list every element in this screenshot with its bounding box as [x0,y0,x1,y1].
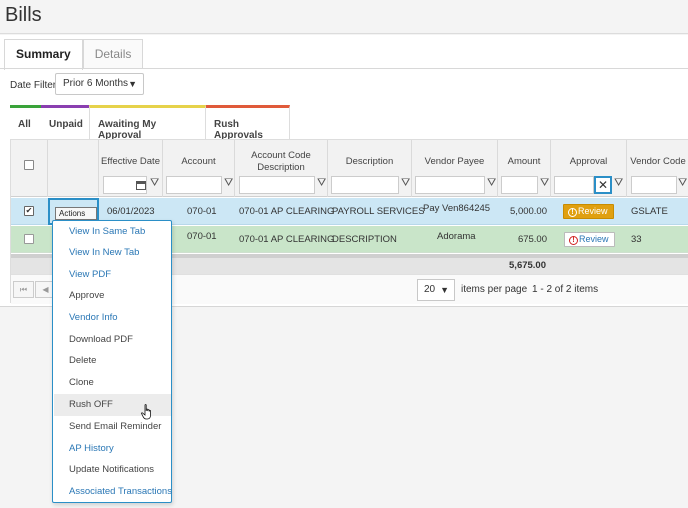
vendor-code-cell: 33 [631,234,642,245]
date-filter-value: Prior 6 Months [63,78,129,89]
menu-item-delete[interactable]: Delete [54,350,171,372]
date-filter-select[interactable]: Prior 6 Months ▼ [55,73,144,95]
top-tabs: Summary Details [4,39,144,70]
column-title: Vendor Code [630,156,686,167]
menu-item-view-new-tab[interactable]: View In New Tab [54,242,171,264]
filter-icon[interactable]: ⛛ [150,177,159,190]
hand-cursor-icon [141,404,151,420]
column-title: Amount [507,156,541,167]
row-checkbox[interactable]: ✔ [24,206,34,216]
column-title: Vendor Payee [424,156,485,167]
menu-item-associated-transactions[interactable]: Associated Transactions [54,481,172,503]
filter-icon[interactable]: ⛛ [401,177,410,190]
account-code-description-cell: 070-01 AP CLEARING [239,234,335,245]
tab-rush-approvals[interactable]: Rush Approvals [206,105,290,141]
grid-header: Effective Date ⛛ Account ⛛ Account Code … [11,140,688,197]
account-code-description-cell: 070-01 AP CLEARING [239,206,335,217]
column-account[interactable]: Account ⛛ [163,140,235,197]
date-filter-label: Date Filter [10,80,57,91]
vendor-payee-cell: Pay Ven864245 [423,203,491,214]
actions-column-header [48,140,99,197]
description-cell: DESCRIPTION [332,234,397,245]
warning-icon: ! [569,236,578,245]
page-header: Bills [0,0,688,34]
tab-awaiting-my-approval[interactable]: Awaiting My Approval [89,105,206,141]
first-page-icon[interactable]: ⏮ [13,281,34,298]
menu-item-send-email-reminder[interactable]: Send Email Reminder [54,416,171,438]
select-all-checkbox[interactable] [24,160,34,170]
filter-icon[interactable]: ⛛ [487,177,496,190]
row-checkbox[interactable] [24,234,34,244]
menu-item-ap-history[interactable]: AP History [54,438,171,460]
tab-unpaid[interactable]: Unpaid [41,105,89,139]
vendor-payee-filter-input[interactable] [415,176,485,194]
status-tabs: All Unpaid Awaiting My Approval Rush App… [10,105,290,141]
caret-down-icon: ▼ [128,79,137,89]
filter-icon[interactable]: ⛛ [678,177,687,190]
select-column-header [11,140,48,197]
filter-icon[interactable]: ⛛ [224,177,233,190]
approval-filter-input[interactable] [554,176,594,194]
filter-icon[interactable]: ⛛ [540,177,549,190]
caret-down-icon: ▼ [440,285,449,295]
account-cell: 070-01 [187,231,217,242]
account-filter-input[interactable] [166,176,222,194]
tab-all[interactable]: All [10,105,41,139]
column-effective-date[interactable]: Effective Date ⛛ [99,140,163,197]
description-filter-input[interactable] [331,176,399,194]
menu-item-rush-off[interactable]: Rush OFF [54,394,171,416]
filter-icon[interactable]: ⛛ [317,177,326,190]
vendor-payee-cell: Adorama [437,231,476,242]
column-vendor-code[interactable]: Vendor Code ⛛ [627,140,688,197]
description-cell: PAYROLL SERVICES [332,206,425,217]
amount-cell: 675.00 [517,234,547,245]
menu-item-clone[interactable]: Clone [54,372,171,394]
actions-menu: View In Same Tab View In New Tab View PD… [52,220,172,503]
vendor-code-filter-input[interactable] [631,176,677,194]
page-title: Bills [5,4,42,26]
clear-filter-icon[interactable]: ✕ [594,176,612,194]
column-approval[interactable]: Approval ✕ ⛛ [551,140,627,197]
amount-cell: 5,000.00 [510,206,547,217]
column-vendor-payee[interactable]: Vendor Payee ⛛ [412,140,498,197]
review-label: Review [578,206,608,216]
column-title: Approval [569,156,608,167]
menu-item-view-pdf[interactable]: View PDF [54,264,171,286]
review-button[interactable]: ! Review [564,232,615,247]
column-amount[interactable]: Amount ⛛ [498,140,551,197]
menu-item-vendor-info[interactable]: Vendor Info [54,307,171,329]
column-title: Account [181,156,216,167]
column-title: Description [345,156,394,167]
amount-filter-input[interactable] [501,176,538,194]
items-per-page-label: items per page [461,284,528,295]
review-label: Review [579,234,609,244]
tabs-divider [0,68,688,69]
pager-range: 1 - 2 of 2 items [532,284,599,295]
actions-dropdown-button[interactable]: Actions ▼ [55,207,97,229]
filter-icon[interactable]: ⛛ [614,177,623,190]
calendar-icon[interactable] [136,181,146,190]
page-size-select[interactable]: 20 ▼ [417,279,455,301]
vendor-code-cell: GSLATE [631,206,668,217]
menu-item-approve[interactable]: Approve [54,285,171,307]
column-account-code-description[interactable]: Account Code Description ⛛ [235,140,328,197]
menu-item-download-pdf[interactable]: Download PDF [54,329,171,351]
amount-total: 5,675.00 [509,260,546,271]
tab-details[interactable]: Details [82,39,144,69]
page-size-value: 20 [424,284,436,295]
menu-item-update-notifications[interactable]: Update Notifications [54,459,171,481]
account-cell: 070-01 [187,206,217,217]
tab-summary[interactable]: Summary [4,39,83,70]
warning-icon: ! [568,208,577,217]
menu-item-view-same-tab[interactable]: View In Same Tab [54,221,171,243]
review-button[interactable]: ! Review [563,204,614,219]
column-description[interactable]: Description ⛛ [328,140,412,197]
account-code-filter-input[interactable] [239,176,315,194]
column-title: Effective Date [101,156,160,167]
column-title: Account Code Description [251,150,311,173]
